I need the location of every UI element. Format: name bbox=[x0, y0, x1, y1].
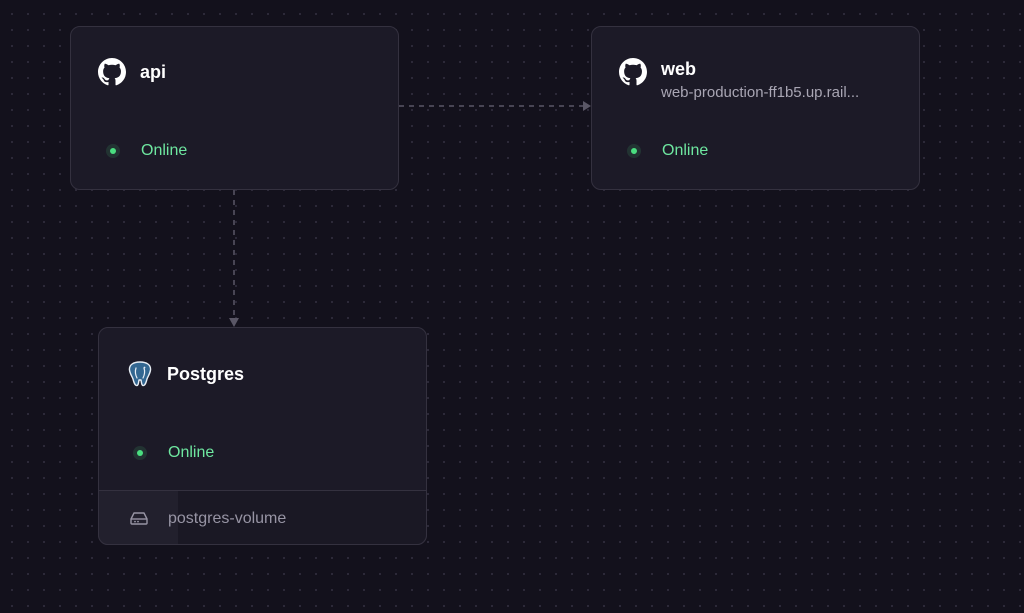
connection-api-to-postgres bbox=[229, 190, 239, 327]
status-label: Online bbox=[141, 142, 188, 159]
service-status: Online bbox=[106, 141, 187, 161]
github-icon bbox=[619, 58, 647, 86]
status-label: Online bbox=[168, 444, 215, 461]
service-name: Postgres bbox=[167, 364, 245, 384]
status-label: Online bbox=[662, 142, 709, 159]
service-card-web[interactable]: web web-production-ff1b5.up.rail... Onli… bbox=[591, 26, 920, 190]
volume-attachment[interactable]: postgres-volume bbox=[98, 490, 427, 545]
service-url[interactable]: web-production-ff1b5.up.rail... bbox=[661, 84, 859, 102]
status-dot-icon bbox=[627, 144, 641, 158]
service-name: web bbox=[661, 59, 697, 79]
service-status: Online bbox=[133, 443, 214, 463]
postgres-elephant-icon bbox=[126, 360, 154, 388]
volume-name: postgres-volume bbox=[168, 510, 287, 527]
project-canvas[interactable]: api Online web web-production-ff1b5.up.r… bbox=[0, 0, 1024, 613]
github-icon bbox=[98, 58, 126, 86]
service-name: api bbox=[140, 62, 167, 82]
service-card-api[interactable]: api Online bbox=[70, 26, 399, 190]
arrowhead-icon bbox=[583, 101, 591, 111]
service-status: Online bbox=[627, 141, 708, 161]
status-dot-icon bbox=[106, 144, 120, 158]
connection-api-to-web bbox=[399, 101, 591, 111]
hard-drive-icon bbox=[130, 510, 148, 526]
arrowhead-icon bbox=[229, 318, 239, 327]
status-dot-icon bbox=[133, 446, 147, 460]
service-card-postgres[interactable]: Postgres Online postgres-volume bbox=[98, 327, 427, 545]
